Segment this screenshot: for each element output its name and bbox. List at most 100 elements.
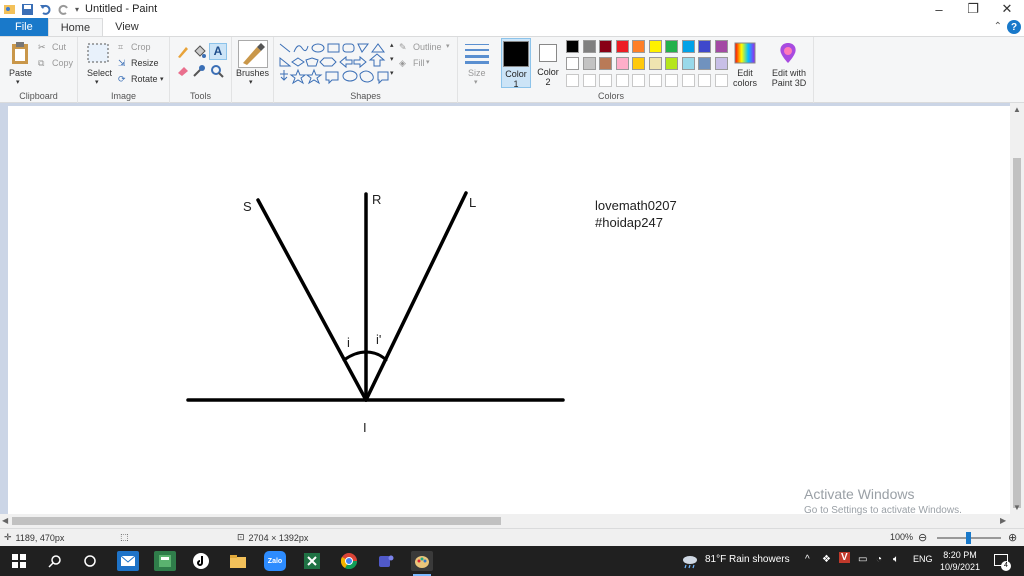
- tiktok-icon[interactable]: [190, 551, 212, 571]
- outline-dropdown-icon[interactable]: ▾: [446, 42, 450, 50]
- size-group[interactable]: Size ▾: [458, 37, 496, 103]
- tab-view[interactable]: View: [103, 18, 151, 36]
- color-picker-icon[interactable]: [192, 64, 206, 78]
- teams-icon[interactable]: [375, 551, 397, 571]
- wifi-icon[interactable]: ◔: [876, 554, 882, 565]
- weather-icon[interactable]: [681, 553, 699, 569]
- shapes-scroll-up-icon[interactable]: ▴: [390, 41, 394, 49]
- palette-swatch[interactable]: [599, 57, 612, 70]
- palette-swatch[interactable]: [615, 74, 629, 87]
- scroll-right-icon[interactable]: ▶: [1000, 516, 1006, 525]
- close-button[interactable]: ✕: [990, 0, 1024, 18]
- paste-button[interactable]: Paste: [9, 68, 32, 78]
- teams-tray-icon[interactable]: ❖: [822, 554, 831, 565]
- palette-swatch[interactable]: [665, 40, 678, 53]
- clock[interactable]: 8:20 PM 10/9/2021: [934, 549, 986, 573]
- horizontal-scroll-thumb[interactable]: [12, 517, 501, 525]
- palette-swatch[interactable]: [648, 57, 662, 70]
- brushes-button[interactable]: [238, 40, 268, 68]
- excel-icon[interactable]: [301, 551, 323, 571]
- palette-swatch[interactable]: [566, 40, 579, 53]
- undo-icon[interactable]: [39, 3, 52, 16]
- text-tool-icon[interactable]: A: [209, 43, 227, 60]
- palette-swatch[interactable]: [632, 74, 645, 87]
- maximize-button[interactable]: ❐: [956, 0, 990, 18]
- vertical-scrollbar[interactable]: ▲ ▼: [1010, 103, 1024, 528]
- edit-with-paint3d-button[interactable]: Edit with Paint 3D: [766, 68, 812, 88]
- magnifier-icon[interactable]: [210, 64, 224, 78]
- battery-icon[interactable]: ▭: [858, 554, 867, 565]
- save-icon[interactable]: [21, 3, 34, 16]
- unikey-icon[interactable]: V: [839, 552, 850, 563]
- palette-swatch[interactable]: [714, 74, 728, 87]
- copy-button[interactable]: Copy: [52, 58, 73, 68]
- windows-start-icon[interactable]: [8, 551, 30, 571]
- palette-swatch[interactable]: [714, 40, 728, 53]
- scroll-left-icon[interactable]: ◀: [2, 516, 8, 525]
- size-dropdown-icon[interactable]: ▾: [474, 78, 478, 86]
- redo-icon[interactable]: [57, 3, 70, 16]
- palette-swatch[interactable]: [566, 74, 579, 87]
- palette-swatch[interactable]: [648, 40, 662, 53]
- scroll-down-icon[interactable]: ▼: [1013, 503, 1021, 512]
- minimize-button[interactable]: –: [922, 0, 956, 18]
- brushes-dropdown-icon[interactable]: ▾: [249, 78, 253, 86]
- palette-swatch[interactable]: [681, 40, 695, 53]
- show-hidden-icons-icon[interactable]: ^: [805, 554, 810, 565]
- palette-swatch[interactable]: [698, 74, 711, 87]
- zalo-icon[interactable]: Zalo: [264, 551, 286, 571]
- file-explorer-icon[interactable]: [227, 551, 249, 571]
- zoom-slider-thumb[interactable]: [966, 532, 971, 544]
- horizontal-scrollbar[interactable]: ◀ ▶: [0, 514, 1010, 528]
- palette-swatch[interactable]: [714, 57, 728, 70]
- palette-swatch[interactable]: [566, 57, 579, 70]
- color1-button[interactable]: Color 1: [501, 38, 531, 89]
- palette-swatch[interactable]: [698, 40, 711, 53]
- select-dropdown-icon[interactable]: ▾: [95, 78, 99, 86]
- color2-button[interactable]: Color 2: [533, 38, 563, 88]
- fill-button[interactable]: Fill: [413, 58, 425, 68]
- calculator-icon[interactable]: [154, 551, 176, 571]
- weather-text[interactable]: 81°F Rain showers: [705, 554, 790, 565]
- customize-quick-access-icon[interactable]: ▾: [75, 5, 79, 14]
- size-button[interactable]: Size: [468, 68, 486, 78]
- rotate-button[interactable]: Rotate: [131, 74, 158, 84]
- rotate-dropdown-icon[interactable]: ▾: [160, 75, 164, 83]
- palette-swatch[interactable]: [582, 74, 596, 87]
- palette-swatch[interactable]: [582, 57, 596, 70]
- palette-swatch[interactable]: [698, 57, 711, 70]
- paint-taskbar-icon[interactable]: [411, 551, 433, 576]
- tab-file[interactable]: File: [0, 18, 48, 36]
- shapes-gallery[interactable]: [278, 42, 392, 86]
- palette-swatch[interactable]: [665, 57, 678, 70]
- drawing-canvas[interactable]: S R L i i' I lovemath0207 #hoidap247: [8, 106, 1010, 517]
- notifications-icon[interactable]: 4: [994, 554, 1011, 571]
- resize-button[interactable]: Resize: [131, 58, 159, 68]
- zoom-out-icon[interactable]: ⊖: [918, 531, 927, 544]
- palette-swatch[interactable]: [632, 40, 645, 53]
- vertical-scroll-thumb[interactable]: [1013, 158, 1021, 508]
- palette-swatch[interactable]: [681, 57, 695, 70]
- edit-colors-button[interactable]: Edit colors: [730, 68, 760, 88]
- palette-swatch[interactable]: [648, 74, 662, 87]
- crop-button[interactable]: Crop: [131, 42, 151, 52]
- cortana-icon[interactable]: [79, 551, 101, 571]
- collapse-ribbon-icon[interactable]: ⌃: [994, 21, 1002, 32]
- pencil-icon[interactable]: [176, 45, 190, 59]
- outline-button[interactable]: Outline: [413, 42, 442, 52]
- shapes-scroll-down-icon[interactable]: ▾: [390, 55, 394, 63]
- palette-swatch[interactable]: [599, 74, 612, 87]
- eraser-icon[interactable]: [176, 65, 190, 77]
- help-button[interactable]: ?: [1007, 20, 1021, 34]
- chrome-icon[interactable]: [338, 551, 360, 571]
- select-button[interactable]: Select: [87, 68, 112, 78]
- search-icon[interactable]: [44, 551, 66, 571]
- cut-button[interactable]: Cut: [52, 42, 66, 52]
- volume-icon[interactable]: 🔈︎: [893, 554, 899, 565]
- mail-icon[interactable]: [117, 551, 139, 571]
- palette-swatch[interactable]: [632, 57, 645, 70]
- tab-home[interactable]: Home: [47, 18, 104, 36]
- palette-swatch[interactable]: [615, 40, 629, 53]
- palette-swatch[interactable]: [582, 40, 596, 53]
- fill-dropdown-icon[interactable]: ▾: [426, 58, 430, 66]
